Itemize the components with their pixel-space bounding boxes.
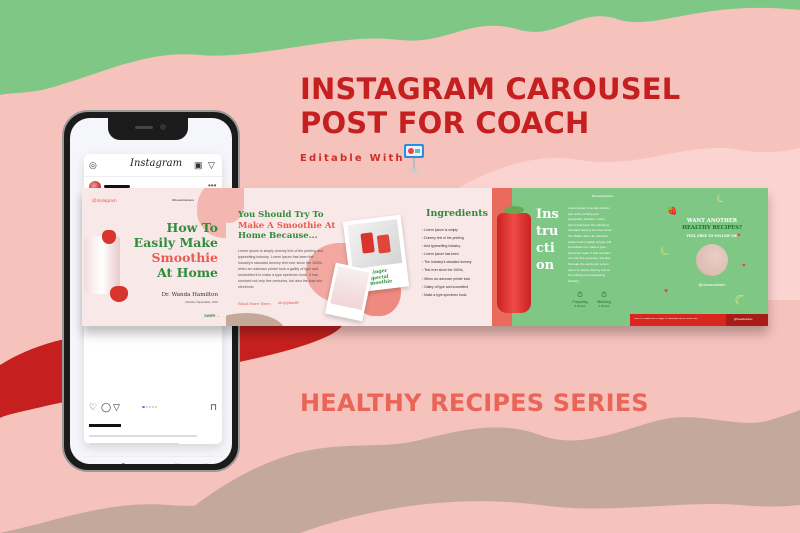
ingredients-title: Ingredients: [426, 208, 488, 219]
read-more-link[interactable]: bit.ly/y6ax8F: [278, 301, 299, 305]
banner-handle: @thewebsitehere: [734, 318, 753, 321]
swipe-label: SWIPE →: [204, 314, 220, 318]
headline-line-2: POST FOR COACH: [300, 106, 590, 140]
instagram-handle: @Instagram: [92, 198, 117, 203]
caption-placeholder: [89, 443, 179, 445]
ingredient-text: Lorem Ipsum has been: [424, 252, 459, 257]
comment-icon[interactable]: ◯: [101, 402, 111, 412]
instagram-header: ◎ Instagram ▣ ▽: [84, 154, 222, 177]
caption-placeholder: [89, 435, 197, 437]
ingredient-item: • Make a type specimen book.: [422, 291, 471, 299]
editable-with-label: Editable With: [300, 153, 405, 164]
profile-icon[interactable]: [202, 463, 210, 464]
read-more-label: Read More Here :: [238, 301, 273, 306]
banana-icon: ☾: [731, 289, 750, 311]
carousel-dot: [149, 406, 151, 408]
intro-body: Lorem Ipsum is simply dummy text of the …: [238, 249, 324, 289]
author-name: Dr. Wanda Hamilton: [161, 292, 218, 298]
headline: INSTAGRAM CAROUSEL POST FOR COACH: [300, 72, 681, 140]
carousel-dot: [155, 406, 157, 408]
likes-placeholder: [89, 424, 121, 427]
cover-title: How To Easily Make Smoothie At Home: [133, 220, 218, 280]
smoothie-glass-image: [497, 213, 531, 313]
ingredient-text: Text ever since the 1500s,: [424, 268, 464, 273]
front-camera: [160, 124, 166, 130]
timer-blending: ⏱ Blending 3 Minute: [594, 292, 614, 308]
ingredient-item: • Dummy text of the printing: [422, 234, 471, 242]
ingredient-item: • Text ever since the 1500s,: [422, 266, 471, 274]
ingredient-item: • When an unknown printer took: [422, 275, 471, 283]
ingredient-item: • And typesetting industry.: [422, 242, 471, 250]
carousel-dot: [146, 406, 148, 408]
author-role: Nutrition Specialist, USA: [185, 300, 218, 304]
strawberry-image: [110, 286, 128, 302]
timer-icon: ⏱: [601, 292, 607, 299]
strawberry-icon: ♥: [664, 288, 669, 295]
carousel-strip: @Instagram #thewebsitehere How To Easily…: [82, 188, 768, 326]
banner-handle-box: @thewebsitehere: [726, 314, 768, 326]
ingredients-list: • Lorem Ipsum is simply • Dummy text of t…: [422, 226, 471, 299]
ingredient-item: • Galley of type and scrambled: [422, 283, 471, 291]
bookmark-icon[interactable]: ⊓: [210, 402, 217, 412]
series-label: HEALTHY RECIPES SERIES: [300, 389, 649, 417]
speaker: [135, 126, 153, 129]
heart-icon[interactable]: ♡: [89, 402, 97, 412]
igtv-icon[interactable]: ▣: [194, 160, 203, 170]
ingredient-text: When an unknown printer took: [424, 276, 471, 281]
activity-heart-icon[interactable]: ♡: [174, 462, 182, 464]
slide-intro-ingredients: You Should Try To Make A Smoothie At Hom…: [226, 188, 492, 326]
glass-image: [376, 234, 391, 254]
banner-text: Hold On, Please Don't Forget To Subscrib…: [634, 318, 698, 320]
decor-blob: [226, 313, 286, 326]
timer-icon: ⏱: [577, 292, 583, 299]
ingredient-text: And typesetting industry.: [423, 244, 461, 249]
instagram-logo: Instagram: [130, 158, 183, 169]
milkshake-photo: [330, 266, 370, 310]
ingredient-text: Make a type specimen book.: [424, 292, 468, 297]
carousel-dot: [152, 406, 154, 408]
ingredient-text: The Industry's standard dummy: [424, 260, 472, 265]
keynote-icon: [404, 144, 424, 173]
smoothie-photo: [347, 219, 403, 269]
phone-notch: [108, 118, 188, 140]
direct-message-icon[interactable]: ▽: [208, 160, 215, 170]
timer-preparing: ⏱ Preparing 5 Minute: [570, 292, 590, 308]
search-icon[interactable]: ⚲: [120, 462, 127, 464]
taupe-wave-bottom: [0, 497, 320, 533]
camera-icon[interactable]: ◎: [89, 160, 97, 170]
subscribe-banner: Hold On, Please Don't Forget To Subscrib…: [630, 314, 768, 326]
follow-handle[interactable]: @drwandaham: [667, 282, 757, 287]
intro-title: You Should Try To Make A Smoothie At Hom…: [238, 210, 336, 241]
mint-leaf-image: [504, 206, 524, 214]
ingredient-item: • The Industry's standard dummy: [422, 258, 471, 266]
add-post-icon[interactable]: ⊞: [147, 462, 155, 464]
instruction-body: Lorem Ipsum is simply dummy text of the …: [568, 206, 612, 283]
follow-title: WANT ANOTHER HEALTHY RECIPES?: [682, 218, 742, 231]
headline-line-1: INSTAGRAM CAROUSEL: [300, 72, 681, 106]
ingredient-item: • Lorem Ipsum has been: [422, 250, 471, 258]
banana-icon: ☾: [714, 192, 729, 207]
website-label: #thewebsitehere: [172, 198, 195, 202]
heart-decor-icon: ♥: [742, 263, 746, 269]
instruction-title: Ins tru cti on: [536, 207, 559, 273]
glass-image: [360, 232, 375, 254]
ingredient-text: Dummy text of the printing: [424, 236, 464, 241]
slide-instruction-follow: Ins tru cti on #thewebsitehere Lorem Ips…: [492, 188, 768, 326]
profile-photo: [696, 244, 728, 276]
ingredient-text: Galley of type and scrambled: [424, 284, 469, 289]
home-icon[interactable]: ⌂: [93, 462, 98, 464]
banana-icon: ☾: [656, 242, 675, 260]
carousel-dot-active: [142, 406, 145, 408]
follow-subtitle: FEEL FREE TO FOLLOW ME: [686, 234, 738, 238]
strawberry-icon: 🍓: [667, 206, 677, 215]
strawberry-image: [102, 230, 116, 244]
website-label: #thewebsitehere: [592, 194, 615, 198]
slide-cover: @Instagram #thewebsitehere How To Easily…: [82, 188, 226, 326]
share-icon[interactable]: ▽: [113, 402, 120, 412]
bottom-nav: ⌂ ⚲ ⊞ ♡: [84, 456, 222, 464]
ingredient-item: • Lorem Ipsum is simply: [422, 226, 471, 234]
ingredient-text: Lorem Ipsum is simply: [424, 228, 458, 232]
